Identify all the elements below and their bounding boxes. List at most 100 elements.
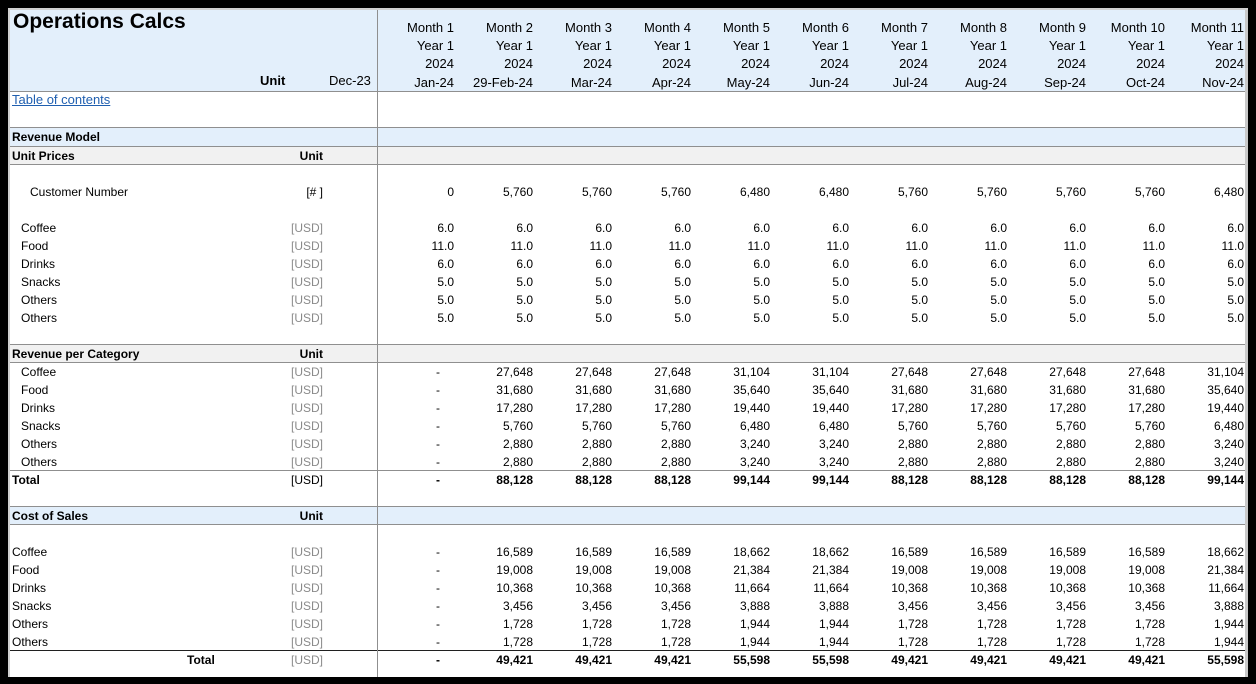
value-cell[interactable]: 16,589 bbox=[1089, 543, 1165, 561]
value-cell[interactable]: 2,880 bbox=[1010, 435, 1086, 453]
value-cell[interactable]: 2,880 bbox=[615, 453, 691, 471]
value-cell[interactable]: 11.0 bbox=[773, 237, 849, 255]
value-cell[interactable]: 1,944 bbox=[1168, 633, 1244, 651]
value-cell[interactable]: 35,640 bbox=[1168, 381, 1244, 399]
value-cell[interactable]: 88,128 bbox=[457, 471, 533, 489]
value-cell[interactable]: - bbox=[378, 417, 440, 435]
value-cell[interactable]: 31,104 bbox=[773, 363, 849, 381]
value-cell[interactable]: - bbox=[378, 651, 440, 669]
value-cell[interactable]: 21,384 bbox=[694, 561, 770, 579]
value-cell[interactable]: 16,589 bbox=[536, 543, 612, 561]
value-cell[interactable]: 5,760 bbox=[615, 183, 691, 201]
value-cell[interactable]: 5.0 bbox=[773, 291, 849, 309]
value-cell[interactable]: 5,760 bbox=[852, 417, 928, 435]
value-cell[interactable]: 6.0 bbox=[1010, 219, 1086, 237]
value-cell[interactable]: 10,368 bbox=[536, 579, 612, 597]
value-cell[interactable]: 18,662 bbox=[694, 543, 770, 561]
value-cell[interactable]: 2,880 bbox=[615, 435, 691, 453]
value-cell[interactable]: 31,680 bbox=[931, 381, 1007, 399]
value-cell[interactable]: 6.0 bbox=[536, 255, 612, 273]
value-cell[interactable]: - bbox=[378, 579, 440, 597]
value-cell[interactable]: 27,648 bbox=[536, 363, 612, 381]
value-cell[interactable]: 27,648 bbox=[852, 363, 928, 381]
value-cell[interactable]: 49,421 bbox=[1010, 651, 1086, 669]
value-cell[interactable]: 1,728 bbox=[931, 615, 1007, 633]
value-cell[interactable]: 18,662 bbox=[773, 543, 849, 561]
value-cell[interactable]: 11,664 bbox=[694, 579, 770, 597]
value-cell[interactable]: 11.0 bbox=[1089, 237, 1165, 255]
value-cell[interactable]: 19,008 bbox=[457, 561, 533, 579]
value-cell[interactable]: - bbox=[378, 615, 440, 633]
value-cell[interactable]: 5.0 bbox=[1089, 273, 1165, 291]
value-cell[interactable]: 16,589 bbox=[852, 543, 928, 561]
value-cell[interactable]: 3,456 bbox=[852, 597, 928, 615]
value-cell[interactable]: 2,880 bbox=[852, 435, 928, 453]
value-cell[interactable]: 2,880 bbox=[536, 435, 612, 453]
value-cell[interactable]: 11.0 bbox=[536, 237, 612, 255]
value-cell[interactable]: 5,760 bbox=[931, 417, 1007, 435]
value-cell[interactable]: 5.0 bbox=[457, 309, 533, 327]
value-cell[interactable]: 5,760 bbox=[931, 183, 1007, 201]
value-cell[interactable]: 27,648 bbox=[931, 363, 1007, 381]
value-cell[interactable]: 6.0 bbox=[1089, 219, 1165, 237]
value-cell[interactable]: 5.0 bbox=[1010, 291, 1086, 309]
value-cell[interactable]: 6.0 bbox=[773, 219, 849, 237]
value-cell[interactable]: 17,280 bbox=[457, 399, 533, 417]
value-cell[interactable]: 88,128 bbox=[852, 471, 928, 489]
value-cell[interactable]: 3,456 bbox=[536, 597, 612, 615]
value-cell[interactable]: 99,144 bbox=[1168, 471, 1244, 489]
value-cell[interactable]: 5.0 bbox=[931, 273, 1007, 291]
value-cell[interactable]: 5,760 bbox=[457, 183, 533, 201]
value-cell[interactable]: 49,421 bbox=[1089, 651, 1165, 669]
value-cell[interactable]: - bbox=[378, 561, 440, 579]
value-cell[interactable]: 31,680 bbox=[615, 381, 691, 399]
value-cell[interactable]: 31,680 bbox=[536, 381, 612, 399]
value-cell[interactable]: 27,648 bbox=[457, 363, 533, 381]
value-cell[interactable]: 6.0 bbox=[615, 219, 691, 237]
value-cell[interactable]: 5,760 bbox=[1010, 183, 1086, 201]
value-cell[interactable]: 5.0 bbox=[694, 309, 770, 327]
value-cell[interactable]: 2,880 bbox=[457, 453, 533, 471]
value-cell[interactable]: 11.0 bbox=[457, 237, 533, 255]
value-cell[interactable]: 49,421 bbox=[615, 651, 691, 669]
value-cell[interactable]: 1,728 bbox=[615, 615, 691, 633]
value-cell[interactable]: 1,728 bbox=[1089, 633, 1165, 651]
value-cell[interactable]: 16,589 bbox=[615, 543, 691, 561]
value-cell[interactable]: 11.0 bbox=[852, 237, 928, 255]
value-cell[interactable]: 5,760 bbox=[1089, 417, 1165, 435]
value-cell[interactable]: 49,421 bbox=[457, 651, 533, 669]
value-cell[interactable]: 6.0 bbox=[694, 255, 770, 273]
value-cell[interactable]: 5,760 bbox=[457, 417, 533, 435]
value-cell[interactable]: 19,440 bbox=[694, 399, 770, 417]
value-cell[interactable]: 5.0 bbox=[694, 291, 770, 309]
value-cell[interactable]: 11.0 bbox=[694, 237, 770, 255]
value-cell[interactable]: 3,888 bbox=[773, 597, 849, 615]
value-cell[interactable]: 3,456 bbox=[931, 597, 1007, 615]
value-cell[interactable]: 49,421 bbox=[536, 651, 612, 669]
value-cell[interactable]: 2,880 bbox=[931, 435, 1007, 453]
value-cell[interactable]: 6.0 bbox=[378, 255, 454, 273]
value-cell[interactable]: 1,728 bbox=[615, 633, 691, 651]
value-cell[interactable]: 0 bbox=[378, 183, 454, 201]
value-cell[interactable]: 27,648 bbox=[1089, 363, 1165, 381]
value-cell[interactable]: 5.0 bbox=[615, 273, 691, 291]
value-cell[interactable]: 88,128 bbox=[1089, 471, 1165, 489]
value-cell[interactable]: 6.0 bbox=[615, 255, 691, 273]
value-cell[interactable]: 10,368 bbox=[1010, 579, 1086, 597]
value-cell[interactable]: - bbox=[378, 597, 440, 615]
value-cell[interactable]: - bbox=[378, 543, 440, 561]
value-cell[interactable]: 6,480 bbox=[694, 417, 770, 435]
value-cell[interactable]: 2,880 bbox=[1010, 453, 1086, 471]
value-cell[interactable]: 5.0 bbox=[536, 291, 612, 309]
value-cell[interactable]: 5.0 bbox=[852, 273, 928, 291]
value-cell[interactable]: 6.0 bbox=[852, 255, 928, 273]
value-cell[interactable]: 5,760 bbox=[1010, 417, 1086, 435]
value-cell[interactable]: 5.0 bbox=[773, 273, 849, 291]
value-cell[interactable]: 99,144 bbox=[773, 471, 849, 489]
value-cell[interactable]: 6,480 bbox=[773, 417, 849, 435]
value-cell[interactable]: 11.0 bbox=[378, 237, 454, 255]
value-cell[interactable]: 5.0 bbox=[378, 273, 454, 291]
value-cell[interactable]: 11.0 bbox=[1010, 237, 1086, 255]
value-cell[interactable]: - bbox=[378, 381, 440, 399]
value-cell[interactable]: 6.0 bbox=[1010, 255, 1086, 273]
